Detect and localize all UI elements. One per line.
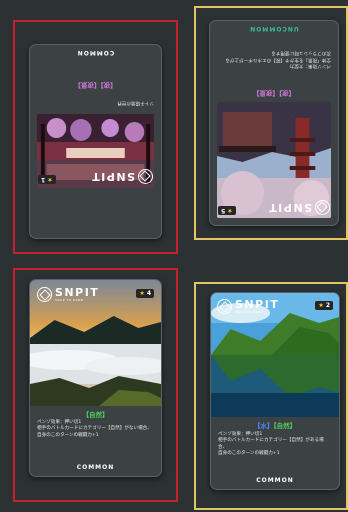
snpit-logo-icon: [138, 169, 153, 184]
star-icon: ★: [227, 207, 233, 214]
category-tag-nature: 【自然】: [273, 422, 297, 430]
snpit-card-1[interactable]: COMMON ソトチ環境の世界 【夜】【夜景】 SNPIT ★ 1: [29, 44, 162, 239]
card-rarity-label: COMMON: [76, 49, 115, 56]
card-effect-line: ペンゾ効果：大型力: [289, 63, 331, 69]
card-rarity-label: COMMON: [256, 477, 294, 484]
star-icon: ★: [318, 302, 324, 309]
snpit-logo-icon: [217, 299, 232, 314]
star-level-value: 4: [146, 290, 151, 297]
brand-name: SNPIT: [55, 286, 100, 299]
snpit-logo: SNPIT: [268, 200, 330, 215]
snpit-logo-icon: [315, 200, 330, 215]
snpit-logo-icon: [37, 287, 52, 302]
star-icon: ★: [139, 290, 145, 297]
snpit-card-4[interactable]: SNPIT SNAP TO EARN ★ 2 【水】【自然】 ペンゾ効果：押い切…: [210, 292, 340, 490]
card-category-tags: 【夜】【夜景】: [74, 81, 117, 89]
card-effect-line: 自身のこのターンの戦闘力+1: [218, 451, 280, 457]
star-level-badge: ★ 5: [218, 206, 236, 215]
star-level-badge: ★ 4: [136, 289, 154, 298]
snpit-card-3[interactable]: SNPIT SNAP TO EARN ★ 4 【自然】 ペンゾ効果：押い切1 相…: [29, 279, 162, 477]
brand-name: SNPIT: [90, 170, 135, 183]
card-category-tags: 【水】【自然】: [211, 420, 339, 430]
star-level-value: 2: [325, 302, 330, 309]
star-level-badge: ★ 2: [315, 301, 333, 310]
brand-name: SNPIT: [267, 201, 312, 214]
card-category-tags: 【自然】: [82, 411, 109, 419]
card-effect-line: 相手のバトルカードにカテゴリー【自然】がない場合、: [37, 426, 152, 432]
snpit-logo: SNPIT SNAP TO EARN: [217, 299, 279, 314]
card-effect-line: 自身のこのターンの戦闘力+1: [37, 432, 99, 438]
star-level-badge: ★ 1: [38, 175, 56, 184]
card-rarity-label: COMMON: [76, 464, 115, 471]
card-effect-line: 相手のバトルカードにカテゴリー【自然】がある場合、: [218, 438, 324, 450]
card-effect-line: 全体「夜景」を生かす【夜】のエネルギーが上がる: [225, 56, 331, 62]
category-tag-water: 【水】: [253, 422, 274, 430]
card-rarity-label: UNCOMMON: [249, 25, 299, 32]
star-level-value: 5: [221, 207, 226, 214]
star-level-value: 1: [41, 176, 46, 183]
card-category-tags-visible: 【夜】【夜景】: [252, 89, 296, 97]
star-icon: ★: [47, 176, 53, 183]
card-effect-line: ソトチ環境の世界: [117, 100, 154, 106]
snpit-card-2[interactable]: UNCOMMON ペンゾ効果：大型力 全体「夜景」を生かす【夜】のエネルギーが上…: [209, 20, 339, 226]
brand-name: SNPIT: [235, 298, 280, 311]
snpit-logo: SNPIT SNAP TO EARN: [37, 287, 99, 302]
snpit-logo: SNPIT: [91, 169, 153, 184]
